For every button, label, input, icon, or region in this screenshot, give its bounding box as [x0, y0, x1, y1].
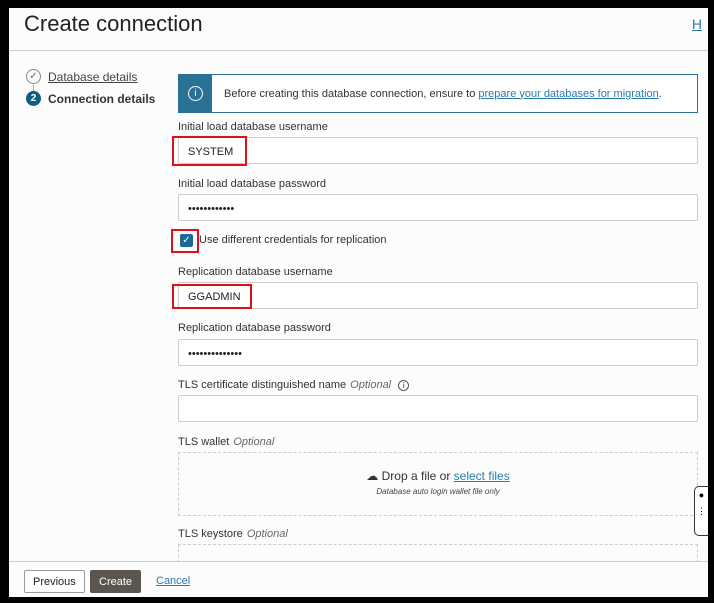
initial-user-input[interactable]: SYSTEM — [178, 137, 698, 164]
step-database-details[interactable]: ✓ Database details — [26, 69, 137, 84]
highlight-box — [171, 229, 199, 253]
initial-pass-input[interactable]: •••••••••••• — [178, 194, 698, 221]
feedback-widget[interactable]: ● ⋮ — [694, 486, 708, 536]
repl-user-label: Replication database username — [178, 266, 333, 278]
create-button[interactable]: Create — [90, 570, 142, 593]
check-icon: ✓ — [26, 69, 41, 84]
previous-button[interactable]: Previous — [24, 570, 85, 593]
divider — [9, 50, 708, 51]
initial-pass-label: Initial load database password — [178, 178, 326, 190]
help-link[interactable]: H — [692, 16, 702, 32]
diff-creds-label: Use different credentials for replicatio… — [199, 234, 387, 246]
help-widget-icon: ● ⋮ — [697, 490, 706, 516]
repl-pass-input[interactable]: •••••••••••••• — [178, 339, 698, 366]
info-banner: i Before creating this database connecti… — [178, 74, 698, 113]
tls-keystore-label: TLS keystore Optional — [178, 528, 288, 540]
info-icon[interactable]: i — [398, 380, 410, 391]
info-icon: i — [188, 86, 203, 101]
create-connection-panel: Create connection H ✓ Database details 2C… — [0, 0, 714, 603]
tls-dn-label: TLS certificate distinguished name Option… — [178, 379, 410, 391]
repl-pass-label: Replication database password — [178, 322, 331, 334]
highlight-box — [172, 284, 252, 309]
prepare-databases-link[interactable]: prepare your databases for migration — [478, 88, 658, 100]
select-files-link[interactable]: select files — [454, 469, 510, 483]
highlight-box — [172, 136, 247, 166]
tls-wallet-dropzone[interactable]: ☁ Drop a file or select files Database a… — [178, 452, 698, 516]
cancel-link[interactable]: Cancel — [156, 575, 190, 587]
page-title: Create connection — [24, 11, 203, 36]
upload-cloud-icon: ☁ — [366, 469, 379, 483]
tls-wallet-label: TLS wallet Optional — [178, 436, 275, 448]
tls-dn-input[interactable] — [178, 395, 698, 422]
step-number-icon: 2 — [26, 91, 41, 106]
initial-user-label: Initial load database username — [178, 121, 328, 133]
repl-user-input[interactable]: GGADMIN — [178, 282, 698, 309]
step-connection-details[interactable]: 2 Connection details — [26, 91, 155, 106]
